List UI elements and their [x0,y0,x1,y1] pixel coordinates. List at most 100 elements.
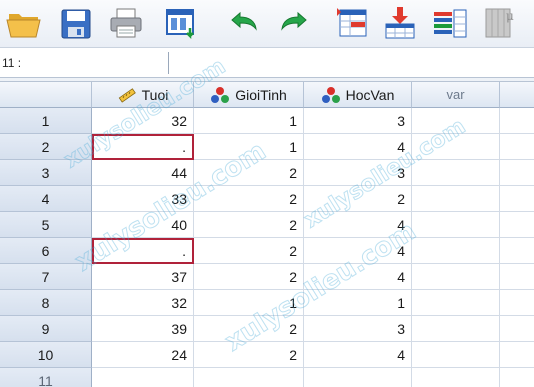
cell-hocvan[interactable]: 4 [304,238,412,264]
cell-tuoi[interactable]: 33 [92,186,194,212]
row-number[interactable]: 7 [0,264,92,290]
row-number[interactable]: 2 [0,134,92,160]
redo-icon[interactable] [274,4,314,42]
cell-tuoi[interactable]: 39 [92,316,194,342]
row-number[interactable]: 3 [0,160,92,186]
print-icon[interactable] [106,4,146,42]
cell-hocvan[interactable]: 2 [304,186,412,212]
cell-var[interactable] [412,108,500,134]
table-row: 10 24 2 4 [0,342,534,368]
cell-tuoi[interactable]: 32 [92,290,194,316]
goto-variable-icon[interactable] [380,4,420,42]
cell-tuoi[interactable]: 37 [92,264,194,290]
row-number[interactable]: 6 [0,238,92,264]
cell-empty[interactable] [500,134,534,160]
open-folder-icon[interactable] [4,4,44,42]
cell-gioitinh[interactable]: 1 [194,134,304,160]
cell-var[interactable] [412,134,500,160]
cell-value-input[interactable] [170,51,530,75]
cell-hocvan[interactable]: 4 [304,264,412,290]
cell-hocvan[interactable]: 3 [304,108,412,134]
table-row: 5 40 2 4 [0,212,534,238]
corner-cell[interactable] [0,82,92,108]
cell-tuoi[interactable]: 44 [92,160,194,186]
cell-tuoi[interactable]: . [92,134,194,160]
row-number[interactable]: 8 [0,290,92,316]
cell-gioitinh[interactable]: 2 [194,186,304,212]
cell-var[interactable] [412,186,500,212]
find-icon[interactable]: μ [480,4,520,42]
cell-tuoi[interactable]: . [92,238,194,264]
cell-hocvan[interactable]: 4 [304,134,412,160]
column-label-var: var [446,87,465,102]
cell-hocvan[interactable] [304,368,412,387]
cell-empty[interactable] [500,238,534,264]
column-header-tuoi[interactable]: Tuoi [92,82,194,108]
cell-gioitinh[interactable] [194,368,304,387]
toolbar: μ [0,0,534,48]
table-row: 8 32 1 1 [0,290,534,316]
column-header-var[interactable]: var [412,82,500,108]
cell-hocvan[interactable]: 4 [304,342,412,368]
save-icon[interactable] [56,4,96,42]
row-number[interactable]: 1 [0,108,92,134]
cell-var[interactable] [412,342,500,368]
cell-var[interactable] [412,212,500,238]
column-header-hocvan[interactable]: HocVan [304,82,412,108]
column-header-empty[interactable] [500,82,534,108]
row-number[interactable]: 9 [0,316,92,342]
table-row: 9 39 2 3 [0,316,534,342]
cell-empty[interactable] [500,212,534,238]
row-number[interactable]: 4 [0,186,92,212]
cell-var[interactable] [412,290,500,316]
cell-tuoi[interactable] [92,368,194,387]
cell-gioitinh[interactable]: 2 [194,160,304,186]
cell-reference-bar: 11 : [0,48,534,78]
cell-tuoi[interactable]: 32 [92,108,194,134]
table-row: 1 32 1 3 [0,108,534,134]
cell-empty[interactable] [500,290,534,316]
cell-var[interactable] [412,368,500,387]
cell-gioitinh[interactable]: 2 [194,238,304,264]
ruler-scale-icon [118,87,136,103]
cell-var[interactable] [412,160,500,186]
cell-hocvan[interactable]: 3 [304,160,412,186]
cell-gioitinh[interactable]: 1 [194,290,304,316]
recall-dialog-icon[interactable] [162,4,202,42]
goto-case-icon[interactable] [332,4,372,42]
cell-tuoi[interactable]: 24 [92,342,194,368]
table-row: 7 37 2 4 [0,264,534,290]
cell-gioitinh[interactable]: 2 [194,264,304,290]
cell-hocvan[interactable]: 4 [304,212,412,238]
cell-empty[interactable] [500,264,534,290]
cell-empty[interactable] [500,186,534,212]
row-number[interactable]: 11 [0,368,92,387]
column-header-gioitinh[interactable]: GioiTinh [194,82,304,108]
table-row: 11 [0,368,534,387]
cell-empty[interactable] [500,160,534,186]
cell-gioitinh[interactable]: 1 [194,108,304,134]
table-row: 4 33 2 2 [0,186,534,212]
cell-var[interactable] [412,316,500,342]
cell-empty[interactable] [500,342,534,368]
cell-tuoi[interactable]: 40 [92,212,194,238]
cell-hocvan[interactable]: 3 [304,316,412,342]
cell-gioitinh[interactable]: 2 [194,342,304,368]
cell-empty[interactable] [500,316,534,342]
variables-icon[interactable] [430,4,470,42]
column-label-hocvan: HocVan [345,86,395,103]
cell-gioitinh[interactable]: 2 [194,316,304,342]
cell-gioitinh[interactable]: 2 [194,212,304,238]
svg-text:μ: μ [506,9,514,23]
data-grid: Tuoi GioiTinh HocVan var 1 32 1 3 2. 1 4 3 44 2 3 4… [0,53,534,387]
table-row: 3 44 2 3 [0,160,534,186]
cell-var[interactable] [412,238,500,264]
row-number[interactable]: 5 [0,212,92,238]
undo-icon[interactable] [224,4,264,42]
row-number[interactable]: 10 [0,342,92,368]
cell-reference-label: 11 : [2,56,22,70]
cell-empty[interactable] [500,108,534,134]
cell-empty[interactable] [500,368,534,387]
cell-hocvan[interactable]: 1 [304,290,412,316]
cell-var[interactable] [412,264,500,290]
